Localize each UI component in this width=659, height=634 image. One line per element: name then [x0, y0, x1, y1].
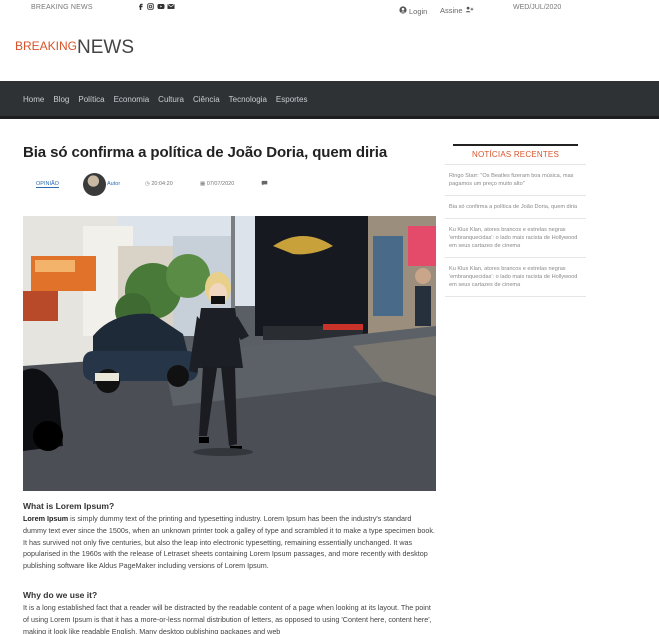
article-title: Bia só confirma a política de João Doria…: [23, 144, 388, 161]
author-avatar[interactable]: [83, 173, 106, 196]
subscribe-link[interactable]: Assine: [440, 6, 474, 15]
nav-item-tecnologia[interactable]: Tecnologia: [229, 95, 267, 104]
nav-item-esportes[interactable]: Esportes: [276, 95, 308, 104]
nav-item-ciencia[interactable]: Ciência: [193, 95, 220, 104]
publish-date: ▦ 07/07/2020: [200, 181, 234, 187]
login-label: Login: [409, 6, 428, 16]
section-heading-why: Why do we use it?: [23, 590, 98, 600]
user-circle-icon: [399, 6, 407, 16]
paragraph-1-text: is simply dummy text of the printing and…: [23, 514, 435, 571]
nav-item-economia[interactable]: Economia: [114, 95, 150, 104]
user-plus-icon: [465, 6, 474, 15]
recent-news-item[interactable]: Bia só confirma a política de João Doria…: [445, 196, 586, 219]
current-date: WED/JUL/2020: [513, 4, 562, 11]
login-link[interactable]: Login: [399, 6, 427, 16]
nav-item-politica[interactable]: Política: [78, 95, 104, 104]
instagram-icon[interactable]: [147, 3, 154, 10]
recent-news-item[interactable]: Ringo Starr: "Os Beatles fizeram boa mús…: [445, 165, 586, 196]
category-link[interactable]: OPINIÃO: [36, 181, 59, 188]
recent-news-item[interactable]: Ku Klux Klan, atores brancos e estrelas …: [445, 219, 586, 258]
nav-item-home[interactable]: Home: [23, 95, 44, 104]
recent-news-heading: NOTÍCIAS RECENTES: [453, 144, 578, 159]
clock-icon: ◷: [145, 181, 150, 187]
publish-date-value: 07/07/2020: [206, 181, 235, 187]
publish-time-value: 20:04:20: [151, 181, 173, 187]
top-bar: BREAKING NEWS Login Assine WED/JUL/2020: [0, 0, 659, 20]
article-meta: OPINIÃO Autor ◷ 20:04:20 ▦ 07/07/2020: [36, 172, 296, 198]
publish-time: ◷ 20:04:20: [145, 181, 173, 187]
article-featured-image: [23, 216, 436, 491]
article-paragraph-2: It is a long established fact that a rea…: [23, 603, 432, 634]
main-navigation: Home Blog Política Economia Cultura Ciên…: [0, 81, 659, 119]
paragraph-1-bold: Lorem Ipsum: [23, 514, 69, 523]
comments-icon[interactable]: [261, 180, 268, 188]
logo-part-breaking: BREAKING: [15, 39, 78, 53]
calendar-icon: ▦: [200, 181, 206, 187]
nav-item-blog[interactable]: Blog: [53, 95, 69, 104]
recent-news-sidebar: NOTÍCIAS RECENTES Ringo Starr: "Os Beatl…: [445, 144, 586, 297]
social-links: [137, 3, 175, 11]
recent-news-item[interactable]: Ku Klux Klan, atores brancos e estrelas …: [445, 258, 586, 297]
subscribe-label: Assine: [440, 6, 463, 15]
author-link[interactable]: Autor: [107, 181, 120, 187]
breaking-news-label: BREAKING NEWS: [31, 4, 93, 11]
site-logo[interactable]: BREAKINGNEWS: [15, 37, 134, 59]
article-paragraph-1: Lorem Ipsum is simply dummy text of the …: [23, 513, 436, 572]
facebook-icon[interactable]: [137, 3, 144, 11]
youtube-icon[interactable]: [157, 3, 165, 10]
logo-part-news: NEWS: [77, 37, 135, 58]
section-heading-what: What is Lorem Ipsum?: [23, 501, 115, 511]
nav-item-cultura[interactable]: Cultura: [158, 95, 184, 104]
envelope-icon[interactable]: [167, 3, 175, 10]
